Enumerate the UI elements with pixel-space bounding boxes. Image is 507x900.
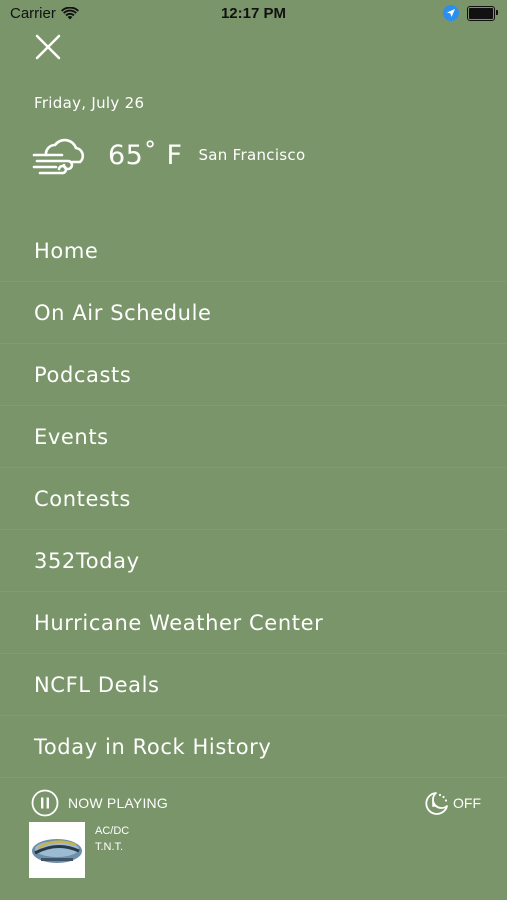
menu-item-podcasts[interactable]: Podcasts <box>0 344 507 406</box>
now-playing-label: NOW PLAYING <box>68 795 168 811</box>
station-logo <box>29 822 85 878</box>
menu-item-label: Home <box>34 238 99 263</box>
status-indicators <box>443 5 498 21</box>
battery-icon <box>467 5 498 21</box>
menu-item-contests[interactable]: Contests <box>0 468 507 530</box>
close-icon <box>35 34 61 60</box>
navigation-menu: Home On Air Schedule Podcasts Events Con… <box>0 220 507 778</box>
menu-item-label: Events <box>34 424 109 449</box>
status-clock: 12:17 PM <box>220 5 287 22</box>
menu-item-352today[interactable]: 352Today <box>0 530 507 592</box>
close-button[interactable] <box>34 33 62 61</box>
menu-item-label: Contests <box>34 486 131 511</box>
track-info: AC/DC T.N.T. <box>95 823 129 855</box>
pause-icon <box>31 789 59 817</box>
temperature: 65˚ F <box>108 139 183 171</box>
menu-item-label: NCFL Deals <box>34 672 160 697</box>
menu-item-label: Hurricane Weather Center <box>34 610 324 635</box>
weather-widget: 65˚ F San Francisco <box>32 133 305 177</box>
menu-item-on-air-schedule[interactable]: On Air Schedule <box>0 282 507 344</box>
current-date: Friday, July 26 <box>34 94 145 112</box>
sleep-timer-status: OFF <box>453 795 481 811</box>
sleep-timer-button[interactable]: OFF <box>423 789 481 817</box>
menu-item-label: 352Today <box>34 548 140 573</box>
sleep-timer-icon <box>425 792 448 815</box>
menu-item-events[interactable]: Events <box>0 406 507 468</box>
mini-player: NOW PLAYING OFF AC/DC T.N.T. <box>0 785 507 900</box>
menu-item-label: Podcasts <box>34 362 132 387</box>
menu-item-label: Today in Rock History <box>34 734 272 759</box>
status-bar: Carrier 12:17 PM <box>0 0 507 28</box>
play-pause-button[interactable]: NOW PLAYING <box>31 789 168 817</box>
menu-item-ncfl-deals[interactable]: NCFL Deals <box>0 654 507 716</box>
track-title: T.N.T. <box>95 841 124 853</box>
menu-item-home[interactable]: Home <box>0 220 507 282</box>
track-artist: AC/DC <box>95 825 130 837</box>
weather-city: San Francisco <box>198 146 306 164</box>
wind-cloud-icon <box>32 138 85 175</box>
side-menu-screen: Carrier 12:17 PM Friday, July 26 65˚ F S… <box>0 0 507 900</box>
menu-item-label: On Air Schedule <box>34 300 212 325</box>
album-art <box>29 822 85 878</box>
menu-item-today-in-rock-history[interactable]: Today in Rock History <box>0 716 507 778</box>
location-arrow-icon <box>443 5 459 21</box>
menu-item-hurricane-weather-center[interactable]: Hurricane Weather Center <box>0 592 507 654</box>
